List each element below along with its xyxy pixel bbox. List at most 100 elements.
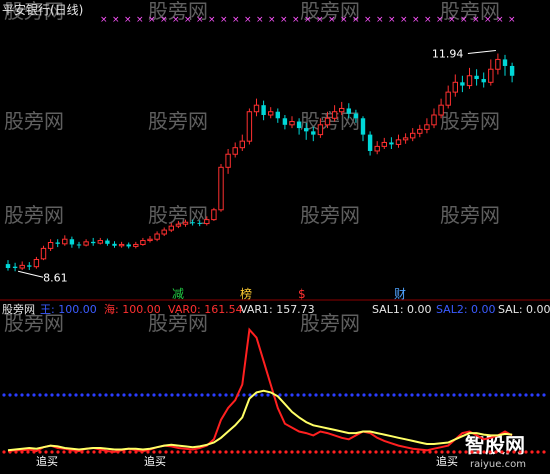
- blue-dot: [512, 393, 516, 397]
- blue-dot: [482, 393, 486, 397]
- indicator-labels: 王: 100.00 海: 100.00 VAR0: 161.54VAR1: 157.…: [2, 302, 550, 316]
- pink-x-marker: ×: [388, 15, 396, 25]
- red-dot: [86, 450, 90, 454]
- blue-dot: [260, 393, 264, 397]
- candle-body: [97, 240, 103, 244]
- blue-dot: [164, 393, 168, 397]
- blue-dot: [152, 393, 156, 397]
- red-dot: [92, 450, 96, 454]
- blue-dot: [338, 393, 342, 397]
- blue-dot: [326, 393, 330, 397]
- red-dot: [170, 450, 174, 454]
- candle-body: [232, 147, 238, 155]
- candle-body: [5, 264, 11, 268]
- candle-body: [381, 141, 388, 147]
- pink-x-marker: ×: [268, 15, 276, 25]
- candle-body: [410, 132, 416, 139]
- blue-dot: [470, 393, 474, 397]
- pink-x-marker: ×: [448, 15, 456, 25]
- red-dot: [344, 450, 348, 454]
- blue-dot: [20, 393, 24, 397]
- red-dot: [452, 450, 456, 454]
- blue-dot: [536, 393, 540, 397]
- red-dot: [380, 450, 384, 454]
- red-dot: [296, 450, 300, 454]
- red-dot: [164, 450, 168, 454]
- blue-dot: [368, 393, 372, 397]
- watermark-url: raiyue.com: [470, 459, 526, 470]
- pink-x-marker: ×: [376, 15, 384, 25]
- blue-dot: [8, 393, 12, 397]
- red-dot: [44, 450, 48, 454]
- candle-body: [360, 118, 366, 135]
- signal-marker: $: [298, 287, 306, 301]
- pink-x-marker: ×: [256, 15, 264, 25]
- red-dot: [158, 450, 162, 454]
- pink-x-marker: ×: [160, 15, 168, 25]
- blue-dot: [494, 393, 498, 397]
- blue-dot: [32, 393, 36, 397]
- candle-body: [445, 91, 451, 106]
- blue-dot: [434, 393, 438, 397]
- red-dot: [350, 450, 354, 454]
- pink-x-marker: ×: [124, 15, 132, 25]
- blue-dot: [506, 393, 510, 397]
- blue-dot: [194, 393, 198, 397]
- red-dot: [314, 450, 318, 454]
- candle-body: [481, 79, 486, 83]
- red-dot: [392, 450, 396, 454]
- blue-dot: [212, 393, 216, 397]
- candle-body: [182, 221, 189, 225]
- var1-line: [7, 389, 513, 452]
- candle-body: [55, 242, 60, 244]
- indicator-value-label: 海: 100.00: [104, 302, 161, 316]
- candle-body: [40, 247, 47, 260]
- red-dot: [176, 450, 180, 454]
- red-dot: [428, 450, 432, 454]
- blue-dot: [38, 393, 42, 397]
- blue-dot: [500, 393, 504, 397]
- red-dot: [260, 450, 264, 454]
- red-dot: [218, 450, 222, 454]
- candle-body: [91, 241, 96, 244]
- red-dot: [518, 450, 522, 454]
- candle-body: [197, 222, 202, 224]
- blue-dot: [446, 393, 450, 397]
- blue-dot: [458, 393, 462, 397]
- pink-x-marker: ×: [280, 15, 288, 25]
- candle-body: [47, 242, 54, 249]
- blue-dot: [170, 393, 174, 397]
- pink-x-marker: ×: [304, 15, 312, 25]
- blue-dot: [344, 393, 348, 397]
- candle-body: [218, 166, 224, 211]
- blue-dot: [14, 393, 18, 397]
- red-dot: [152, 450, 156, 454]
- red-dot: [272, 450, 276, 454]
- pink-x-marker: ×: [292, 15, 300, 25]
- blue-dot: [284, 393, 288, 397]
- pink-x-marker: ×: [472, 15, 480, 25]
- red-dot: [224, 450, 228, 454]
- candle-body: [417, 128, 423, 134]
- signal-marker: 榜: [240, 286, 252, 301]
- candle-body: [275, 111, 280, 119]
- pink-x-marker: ×: [484, 15, 492, 25]
- blue-dot: [176, 393, 180, 397]
- high-price-label: 11.94: [432, 48, 464, 61]
- blue-dot: [422, 393, 426, 397]
- red-dot: [98, 450, 102, 454]
- blue-dot: [308, 393, 312, 397]
- candle-body: [161, 229, 167, 235]
- red-dot: [458, 450, 462, 454]
- blue-dot: [128, 393, 132, 397]
- candle-body: [502, 59, 508, 66]
- watermark-text: 股旁网: [4, 109, 64, 133]
- blue-dot: [200, 393, 204, 397]
- candle-body: [304, 128, 309, 132]
- blue-dot: [224, 393, 228, 397]
- candle-body: [374, 145, 380, 152]
- red-dot: [50, 450, 54, 454]
- pink-x-marker: ×: [328, 15, 336, 25]
- pink-x-marker: ×: [364, 15, 372, 25]
- watermark-text: 股旁网: [4, 203, 64, 227]
